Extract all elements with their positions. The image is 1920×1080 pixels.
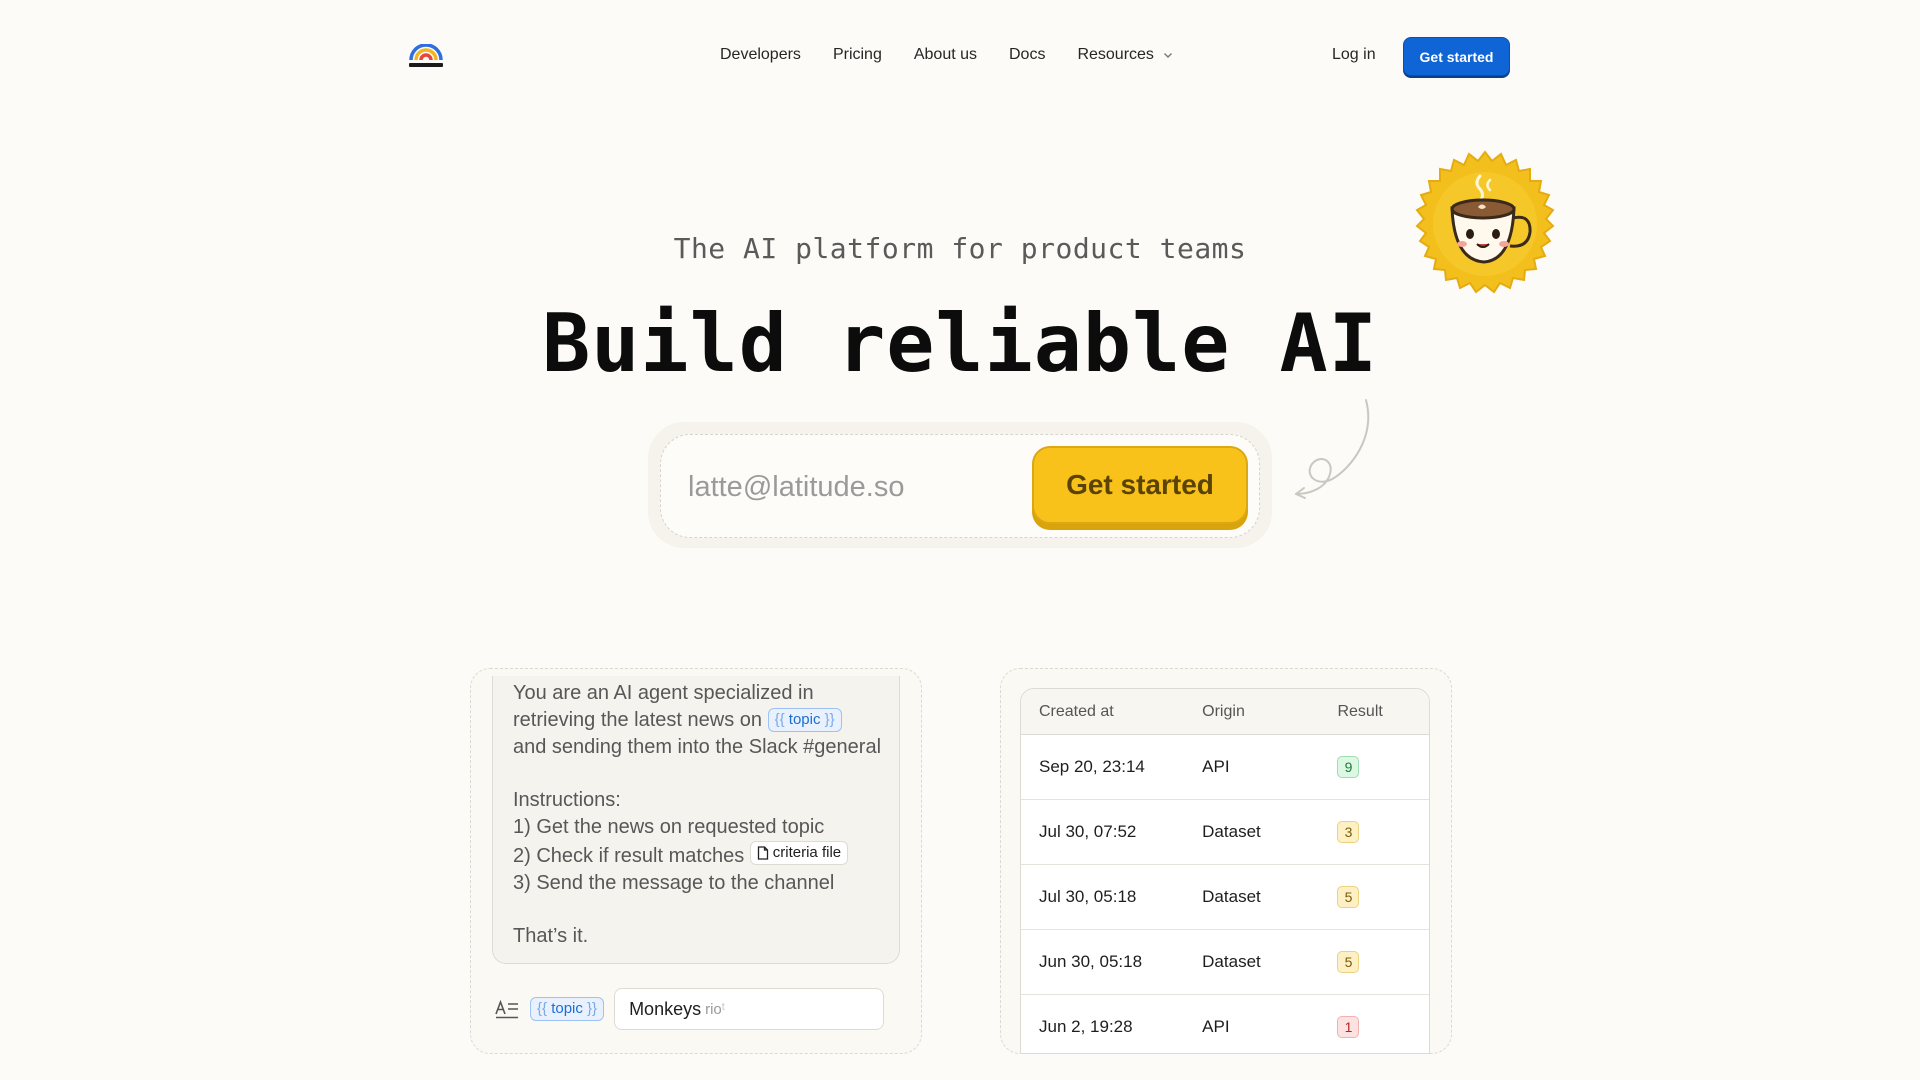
variable-chip[interactable]: {{ topic }} xyxy=(767,707,842,732)
logs-table: Created at Origin Result Sep 20, 23:14 A… xyxy=(1020,688,1430,1054)
prompt-line: Instructions: xyxy=(513,789,621,812)
hero-get-started-button[interactable]: Get started xyxy=(1032,446,1248,524)
prompt-line: You are an AI agent specialized in xyxy=(513,682,814,704)
prompt-text: retrieving the latest news on xyxy=(513,708,763,731)
column-header-result[interactable]: Result xyxy=(1337,703,1429,721)
nav-links: Developers Pricing About us Docs Resourc… xyxy=(720,44,1174,66)
cell-created-at: Jul 30, 07:52 xyxy=(1039,822,1137,841)
cell-created-at: Sep 20, 23:14 xyxy=(1039,757,1145,776)
file-reference-chip[interactable]: criteria file xyxy=(749,840,849,865)
top-navigation: Developers Pricing About us Docs Resourc… xyxy=(0,0,1920,112)
cell-origin: Dataset xyxy=(1202,887,1261,906)
table-row[interactable]: Jun 30, 05:18 Dataset 5 xyxy=(1021,930,1429,995)
prompt-text: 2) Check if result matches xyxy=(513,844,745,867)
cell-created-at: Jul 30, 05:18 xyxy=(1039,887,1137,906)
parameter-row: {{ topic }} Monkeys riot xyxy=(494,988,900,1030)
prompt-line: and sending them into the Slack #general xyxy=(513,735,882,758)
cell-result: 5 xyxy=(1337,886,1429,908)
cell-result: 9 xyxy=(1337,756,1429,778)
nav-link-pricing[interactable]: Pricing xyxy=(833,44,882,66)
parameter-value: Monkeys xyxy=(629,998,702,1019)
table-row[interactable]: Jun 2, 19:28 API 1 xyxy=(1021,995,1429,1053)
cell-origin: API xyxy=(1202,1017,1230,1036)
nav-link-resources[interactable]: Resources xyxy=(1077,44,1173,66)
parameter-value-input[interactable]: Monkeys riot xyxy=(614,988,885,1030)
prompt-editor[interactable]: You are an AI agent specialized in retri… xyxy=(492,676,900,964)
score-badge: 3 xyxy=(1337,821,1360,843)
cell-origin: Dataset xyxy=(1202,822,1261,841)
cell-result: 1 xyxy=(1337,1016,1429,1038)
cell-result: 5 xyxy=(1337,951,1429,973)
prompt-line: retrieving the latest news on {{ topic }… xyxy=(513,707,879,734)
coffee-mug-badge-icon xyxy=(1415,150,1555,294)
prompt-line: That’s it. xyxy=(513,925,589,948)
file-icon xyxy=(757,846,768,860)
column-header-created-at[interactable]: Created at xyxy=(1021,703,1202,721)
table-row[interactable]: Jul 30, 05:18 Dataset 5 xyxy=(1021,865,1429,930)
hero-eyebrow: The AI platform for product teams xyxy=(673,232,1247,265)
score-badge: 5 xyxy=(1337,951,1360,973)
chevron-down-icon xyxy=(1163,53,1172,58)
cell-created-at: Jun 2, 19:28 xyxy=(1039,1017,1133,1036)
variable-name: topic xyxy=(788,710,821,728)
curly-arrow-icon xyxy=(1295,399,1370,499)
prompt-line: 1) Get the news on requested topic xyxy=(513,815,825,838)
cell-origin: Dataset xyxy=(1202,952,1261,971)
hero-headline: Build reliable AI xyxy=(542,297,1378,390)
score-badge: 9 xyxy=(1337,756,1360,778)
email-input[interactable] xyxy=(688,462,1018,512)
cell-created-at: Jun 30, 05:18 xyxy=(1039,952,1143,971)
table-row[interactable]: Jul 30, 07:52 Dataset 3 xyxy=(1021,800,1429,865)
nav-link-developers[interactable]: Developers xyxy=(720,44,801,66)
table-header: Created at Origin Result xyxy=(1021,689,1429,735)
nav-link-resources-label: Resources xyxy=(1077,46,1154,63)
nav-link-about-us[interactable]: About us xyxy=(914,44,977,66)
prompt-line: 3) Send the message to the channel xyxy=(513,871,835,894)
table-row[interactable]: Sep 20, 23:14 API 9 xyxy=(1021,735,1429,800)
nav-get-started-button[interactable]: Get started xyxy=(1403,37,1510,76)
score-badge: 5 xyxy=(1337,886,1360,908)
score-badge: 1 xyxy=(1337,1016,1360,1038)
file-name: criteria file xyxy=(772,843,842,861)
column-header-origin[interactable]: Origin xyxy=(1202,703,1337,721)
prompt-line: 2) Check if result matches criteria file xyxy=(513,840,879,870)
typing-indicator: riot xyxy=(705,1000,725,1018)
cell-origin: API xyxy=(1202,757,1230,776)
latitude-logo-icon[interactable] xyxy=(408,44,444,70)
nav-link-docs[interactable]: Docs xyxy=(1009,44,1045,66)
login-link[interactable]: Log in xyxy=(1332,44,1376,66)
text-params-icon xyxy=(495,999,518,1019)
parameter-variable-chip: {{ topic }} xyxy=(530,997,605,1021)
cell-result: 3 xyxy=(1337,821,1429,843)
parameter-variable-name: topic xyxy=(551,1000,583,1017)
